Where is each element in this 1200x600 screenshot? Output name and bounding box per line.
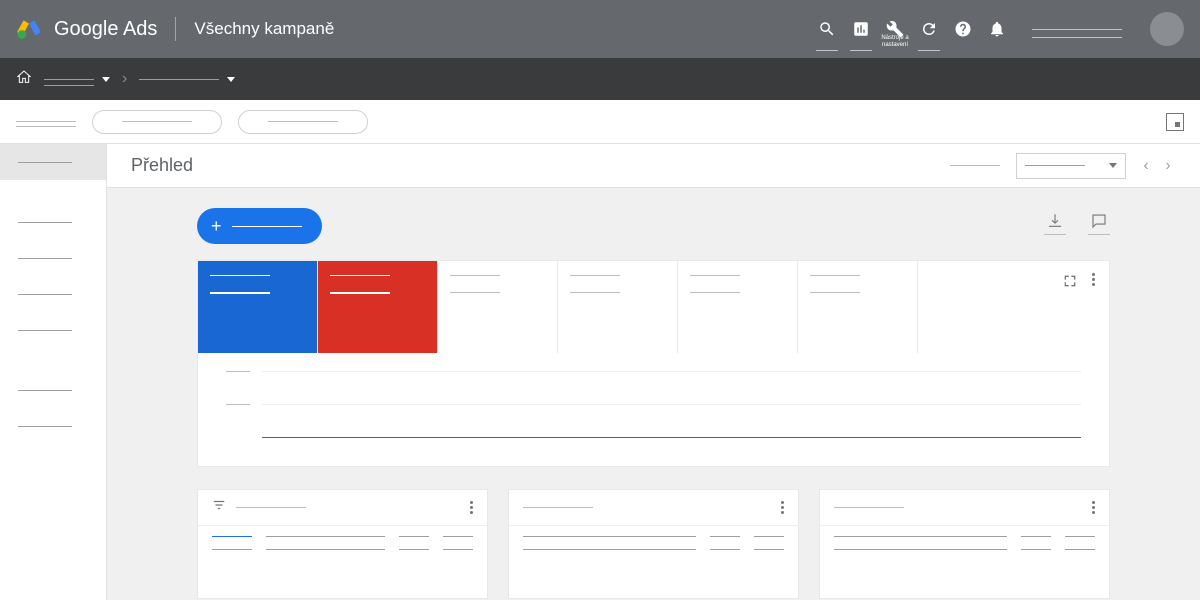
notifications-icon[interactable] — [980, 7, 1014, 51]
metric-tile-1[interactable] — [198, 261, 318, 353]
main-content: Přehled ‹ › + — [107, 144, 1200, 600]
card-menu-icon[interactable] — [781, 501, 784, 514]
chart-series-red — [262, 437, 1081, 438]
metric-tile-4[interactable] — [558, 261, 678, 353]
sidebar-item-5[interactable] — [0, 372, 106, 408]
sort-icon[interactable] — [212, 498, 226, 517]
help-icon[interactable] — [946, 7, 980, 51]
filter-pill-1[interactable] — [92, 110, 222, 134]
date-range-dropdown[interactable] — [1016, 153, 1126, 179]
product-name: Google Ads — [54, 18, 157, 41]
breadcrumb-level-1[interactable] — [44, 77, 110, 82]
action-row: + — [197, 208, 1110, 244]
feedback-icon[interactable] — [1088, 212, 1110, 240]
widget-card-3 — [819, 489, 1110, 599]
tools-label: Nástroje a nastavení — [878, 35, 912, 49]
prev-period-button[interactable]: ‹ — [1138, 157, 1154, 175]
expand-chart-icon[interactable] — [1062, 273, 1078, 294]
plus-icon: + — [211, 216, 222, 237]
save-view-icon[interactable] — [1166, 113, 1184, 131]
card-menu-icon[interactable] — [470, 501, 473, 514]
tools-settings-icon[interactable]: Nástroje a nastavení — [878, 7, 912, 51]
content-header: Přehled ‹ › — [107, 144, 1200, 188]
header-page-title: Všechny kampaně — [194, 19, 334, 39]
product-logo[interactable]: Google Ads — [16, 16, 157, 42]
chevron-down-icon — [102, 77, 110, 82]
metric-tile-2[interactable] — [318, 261, 438, 353]
metric-tile-6[interactable] — [798, 261, 918, 353]
chevron-right-icon: › — [122, 70, 127, 88]
widget-row — [197, 489, 1110, 599]
search-icon[interactable] — [810, 7, 844, 51]
home-icon[interactable] — [16, 69, 32, 90]
sidebar-item-3[interactable] — [0, 276, 106, 312]
metric-selector-row — [198, 261, 1109, 353]
sidebar-item-6[interactable] — [0, 408, 106, 444]
filter-bar — [0, 100, 1200, 144]
top-app-bar: Google Ads Všechny kampaně Nástroje a na… — [0, 0, 1200, 58]
account-info[interactable] — [1032, 29, 1122, 30]
metric-tile-5[interactable] — [678, 261, 798, 353]
user-avatar[interactable] — [1150, 12, 1184, 46]
performance-chart-card — [197, 260, 1110, 467]
card-menu-icon[interactable] — [1092, 273, 1095, 286]
sidebar-item-1[interactable] — [0, 204, 106, 240]
new-campaign-button[interactable]: + — [197, 208, 322, 244]
filter-label — [16, 121, 76, 122]
table-row[interactable] — [523, 536, 784, 537]
left-sidebar — [0, 144, 107, 600]
table-row[interactable] — [212, 549, 473, 550]
table-row[interactable] — [834, 536, 1095, 537]
metric-tile-3[interactable] — [438, 261, 558, 353]
header-divider — [175, 17, 176, 41]
table-row[interactable] — [212, 536, 473, 537]
refresh-icon[interactable] — [912, 7, 946, 51]
card-menu-icon[interactable] — [1092, 501, 1095, 514]
sidebar-item-4[interactable] — [0, 312, 106, 348]
sidebar-item-2[interactable] — [0, 240, 106, 276]
widget-card-2 — [508, 489, 799, 599]
date-range-label — [950, 165, 1000, 166]
breadcrumb-level-2[interactable] — [139, 77, 235, 82]
breadcrumb-bar: › — [0, 58, 1200, 100]
filter-pill-2[interactable] — [238, 110, 368, 134]
next-period-button[interactable]: › — [1160, 157, 1176, 175]
sidebar-item-overview[interactable] — [0, 144, 106, 180]
chevron-down-icon — [227, 77, 235, 82]
reports-icon[interactable] — [844, 7, 878, 51]
header-tools: Nástroje a nastavení — [810, 7, 1014, 51]
table-row[interactable] — [834, 549, 1095, 550]
widget-card-1 — [197, 489, 488, 599]
chevron-down-icon — [1109, 163, 1117, 168]
content-title: Přehled — [131, 155, 193, 176]
table-row[interactable] — [523, 549, 784, 550]
download-icon[interactable] — [1044, 212, 1066, 240]
chart-plot-area — [198, 353, 1109, 466]
google-ads-logo-icon — [16, 16, 42, 42]
